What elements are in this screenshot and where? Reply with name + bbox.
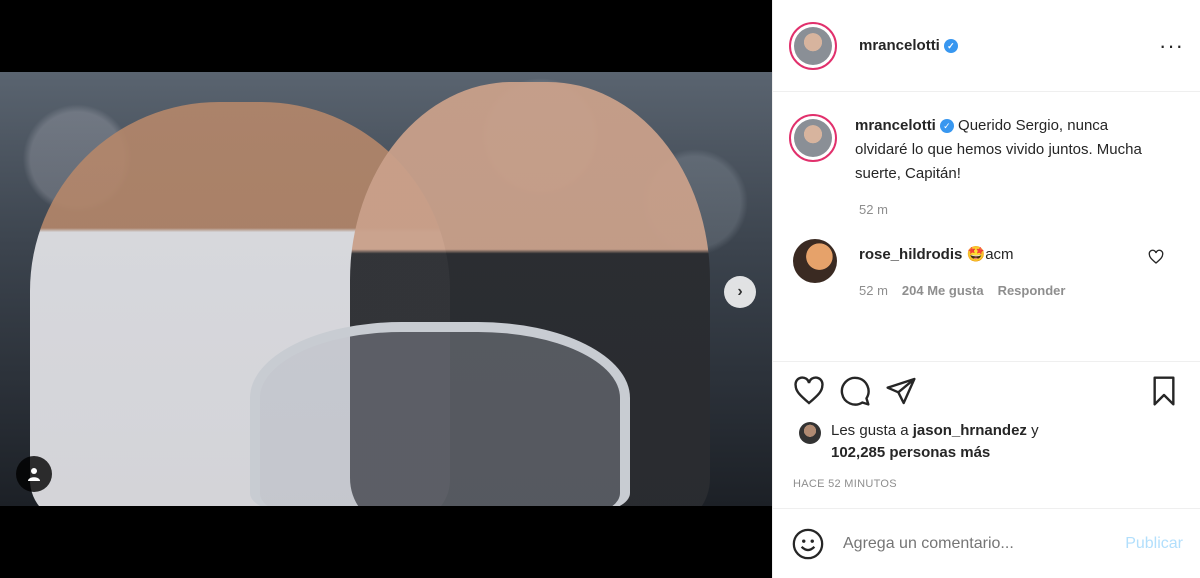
liker-username[interactable]: jason_hrnandez (913, 422, 1027, 439)
caption-time: 52 m (859, 202, 888, 217)
photo-trophy (250, 322, 630, 506)
likes-count[interactable]: 102,285 personas más (831, 444, 990, 461)
add-comment-bar: Publicar (773, 508, 1200, 578)
comment-input[interactable] (843, 534, 1093, 553)
comment-item: rose_hildrodis 🤩acm 52 m 204 Me gusta Re… (789, 239, 1184, 298)
post-photo[interactable] (0, 72, 772, 506)
post-timestamp[interactable]: HACE 52 MINUTOS (773, 464, 1200, 490)
caption-avatar[interactable] (789, 114, 837, 162)
comment-text: rose_hildrodis 🤩acm (859, 245, 1148, 263)
comment-time: 52 m (859, 283, 888, 298)
bookmark-icon[interactable] (1148, 375, 1180, 407)
comment-icon[interactable] (839, 375, 871, 407)
heart-icon[interactable] (793, 375, 825, 407)
likes-text: Les gusta a jason_hrnandez y 102,285 per… (831, 422, 1039, 461)
post-sidebar: mrancelotti ✓ ··· mrancelotti ✓ Querido Se… (772, 0, 1200, 578)
likes-summary: Les gusta a jason_hrnandez y 102,285 per… (773, 420, 1200, 464)
reply-button[interactable]: Responder (998, 283, 1066, 298)
emoji-icon[interactable] (791, 527, 825, 561)
publish-button[interactable]: Publicar (1125, 535, 1183, 553)
share-icon[interactable] (885, 375, 917, 407)
post-header: mrancelotti ✓ ··· (773, 0, 1200, 92)
author-avatar[interactable] (789, 21, 837, 70)
comment-meta: 52 m 204 Me gusta Responder (859, 283, 1148, 298)
commenter-avatar[interactable] (793, 239, 837, 283)
caption: mrancelotti ✓ Querido Sergio, nunca olvid… (789, 114, 1184, 186)
caption-text: mrancelotti ✓ Querido Sergio, nunca olvid… (855, 114, 1155, 186)
author-username[interactable]: mrancelotti ✓ (859, 37, 958, 54)
verified-badge-icon: ✓ (939, 119, 954, 134)
comment-body: 🤩acm (966, 246, 1014, 263)
more-icon[interactable]: ··· (1159, 34, 1184, 57)
media-panel: › (0, 0, 772, 578)
liker-avatar[interactable] (799, 422, 821, 444)
comment-likes[interactable]: 204 Me gusta (902, 283, 984, 298)
user-tag-button[interactable] (16, 456, 52, 492)
next-photo-button[interactable]: › (724, 276, 756, 308)
comments-list: mrancelotti ✓ Querido Sergio, nunca olvid… (773, 92, 1200, 362)
caption-username[interactable]: mrancelotti (855, 117, 936, 134)
chevron-right-icon: › (737, 283, 743, 300)
user-tag-icon (28, 468, 40, 481)
action-bar (773, 362, 1200, 420)
commenter-username[interactable]: rose_hildrodis (859, 246, 962, 263)
comment-heart-icon[interactable] (1148, 249, 1164, 265)
verified-badge-icon: ✓ (943, 39, 958, 54)
